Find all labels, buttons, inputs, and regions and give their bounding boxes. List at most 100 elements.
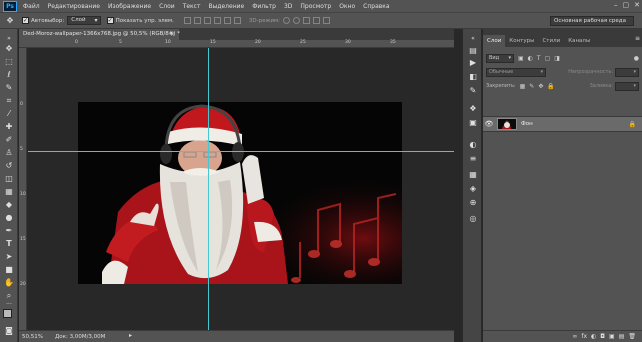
filter-pixel-icon[interactable]: ▣ <box>518 55 524 62</box>
tab-layers[interactable]: Слои <box>483 35 506 47</box>
document-image[interactable] <box>78 102 402 284</box>
layer-style-icon[interactable]: fx <box>581 333 587 340</box>
kind-filter-dropdown[interactable]: Вид <box>486 53 514 63</box>
move-tool-icon[interactable]: ✥ <box>3 43 15 54</box>
menu-edit[interactable]: Редактирование <box>44 3 104 10</box>
actions-panel-icon[interactable]: ▶ <box>467 57 479 68</box>
document-tab[interactable]: Ded-Moroz-wallpaper-1366x768.jpg @ 50,5%… <box>19 29 180 40</box>
workspace-dropdown[interactable]: Основная рабочая среда <box>550 16 634 26</box>
layer-row[interactable]: 👁 Фон 🔒 <box>483 116 642 132</box>
info-icon[interactable]: ◎ <box>467 213 479 224</box>
gradient-tool-icon[interactable]: ▦ <box>3 186 15 197</box>
guide-vertical[interactable] <box>208 48 209 330</box>
new-group-icon[interactable]: ▣ <box>609 333 615 340</box>
horizontal-ruler[interactable]: 0 5 10 15 20 25 30 35 <box>19 40 454 48</box>
rectangle-tool-icon[interactable]: ■ <box>3 264 15 275</box>
hand-tool-icon[interactable]: ✋ <box>3 277 15 288</box>
marquee-tool-icon[interactable]: ⬚ <box>3 56 15 67</box>
swatches-icon[interactable]: ▦ <box>467 169 479 180</box>
libraries-icon[interactable]: ▣ <box>467 117 479 128</box>
history-panel-icon[interactable]: ▤ <box>467 45 479 56</box>
align-vcenter-icon[interactable] <box>193 17 201 24</box>
align-left-icon[interactable] <box>213 17 221 24</box>
delete-layer-icon[interactable]: 🗑 <box>628 333 636 340</box>
menu-3d[interactable]: 3D <box>280 3 296 10</box>
layer-comps-icon[interactable]: ◧ <box>467 71 479 82</box>
eraser-tool-icon[interactable]: ◫ <box>3 173 15 184</box>
dodge-tool-icon[interactable]: ● <box>3 212 15 223</box>
3d-drag-icon[interactable] <box>303 17 311 24</box>
layer-lock-icon[interactable]: 🔒 <box>629 121 636 128</box>
lock-paint-icon[interactable]: ✎ <box>529 83 534 90</box>
properties-icon[interactable]: ≡ <box>467 153 479 164</box>
link-layers-icon[interactable]: ∞ <box>572 333 577 340</box>
quick-select-tool-icon[interactable]: ✎ <box>3 82 15 93</box>
align-right-icon[interactable] <box>233 17 241 24</box>
eyedropper-tool-icon[interactable]: ⁄ <box>3 108 15 119</box>
panel-menu-icon[interactable]: ≡ <box>635 35 640 42</box>
align-hcenter-icon[interactable] <box>223 17 231 24</box>
type-tool-icon[interactable]: T <box>3 238 15 249</box>
3d-panel-icon[interactable]: ❖ <box>467 103 479 114</box>
add-mask-icon[interactable]: ◐ <box>591 333 596 340</box>
quick-mask-icon[interactable]: ◙ <box>3 325 15 336</box>
pen-tool-icon[interactable]: ✒ <box>3 225 15 236</box>
align-top-icon[interactable] <box>183 17 191 24</box>
navigator-icon[interactable]: ⊕ <box>467 197 479 208</box>
menu-filter[interactable]: Фильтр <box>248 3 280 10</box>
filter-adjust-icon[interactable]: ◐ <box>528 55 533 62</box>
adjustment-layer-icon[interactable]: ◘ <box>600 333 605 340</box>
filter-type-icon[interactable]: T <box>537 55 541 62</box>
menu-window[interactable]: Окно <box>335 3 359 10</box>
foreground-color-swatch[interactable] <box>3 309 12 318</box>
status-menu-arrow[interactable]: ▸ <box>129 332 132 339</box>
filter-smart-icon[interactable]: ◨ <box>554 55 560 62</box>
zoom-level[interactable]: 50,51% <box>19 334 55 340</box>
dock-collapse-icon[interactable]: « <box>467 33 479 44</box>
filter-toggle-icon[interactable]: ● <box>634 55 639 62</box>
path-selection-tool-icon[interactable]: ➤ <box>3 251 15 262</box>
blend-mode-dropdown[interactable]: Обычные <box>486 67 546 77</box>
menu-select[interactable]: Выделение <box>204 3 248 10</box>
visibility-eye-icon[interactable]: 👁 <box>483 120 495 128</box>
close-tab-icon[interactable]: × <box>170 29 175 40</box>
move-tool-icon[interactable]: ✥ <box>4 15 16 27</box>
notes-icon[interactable]: ✎ <box>467 85 479 96</box>
blur-tool-icon[interactable]: ◆ <box>3 199 15 210</box>
guide-horizontal[interactable] <box>28 151 454 152</box>
opacity-input[interactable] <box>615 67 639 77</box>
tab-channels[interactable]: Каналы <box>564 35 594 47</box>
brush-tool-icon[interactable]: ✐ <box>3 134 15 145</box>
3d-slide-icon[interactable] <box>313 17 321 24</box>
menu-type[interactable]: Текст <box>179 3 205 10</box>
canvas-area[interactable] <box>28 48 454 330</box>
close-window-button[interactable]: ✕ <box>634 1 640 9</box>
3d-scale-icon[interactable] <box>323 17 331 24</box>
lock-pixels-icon[interactable]: ▦ <box>520 83 526 90</box>
filter-shape-icon[interactable]: ▢ <box>545 55 551 62</box>
healing-brush-tool-icon[interactable]: ✚ <box>3 121 15 132</box>
3d-roll-icon[interactable] <box>293 17 301 24</box>
history-brush-tool-icon[interactable]: ↺ <box>3 160 15 171</box>
lock-position-icon[interactable]: ✥ <box>538 83 543 90</box>
clone-stamp-tool-icon[interactable]: ♙ <box>3 147 15 158</box>
lock-all-icon[interactable]: 🔒 <box>547 83 554 90</box>
menu-image[interactable]: Изображение <box>104 3 155 10</box>
menu-file[interactable]: Файл <box>19 3 44 10</box>
tab-styles[interactable]: Стили <box>538 35 564 47</box>
autoselect-checkbox[interactable]: ✓ <box>22 17 29 24</box>
minimize-button[interactable]: – <box>614 1 618 9</box>
autoselect-dropdown[interactable]: Слой <box>67 16 101 25</box>
fill-input[interactable] <box>615 81 639 91</box>
vertical-ruler[interactable]: 0 5 10 15 20 <box>19 48 27 330</box>
3d-rotate-icon[interactable] <box>283 17 291 24</box>
crop-tool-icon[interactable]: ⌗ <box>3 95 15 106</box>
layer-name[interactable]: Фон <box>521 121 533 127</box>
show-controls-checkbox[interactable]: ✓ <box>106 17 114 24</box>
lasso-tool-icon[interactable]: ℓ <box>3 69 15 80</box>
align-bottom-icon[interactable] <box>203 17 211 24</box>
menu-layers[interactable]: Слои <box>155 3 179 10</box>
maximize-button[interactable]: ▢ <box>623 1 630 9</box>
adjustments-icon[interactable]: ◐ <box>467 139 479 150</box>
styles-icon[interactable]: ◈ <box>467 183 479 194</box>
